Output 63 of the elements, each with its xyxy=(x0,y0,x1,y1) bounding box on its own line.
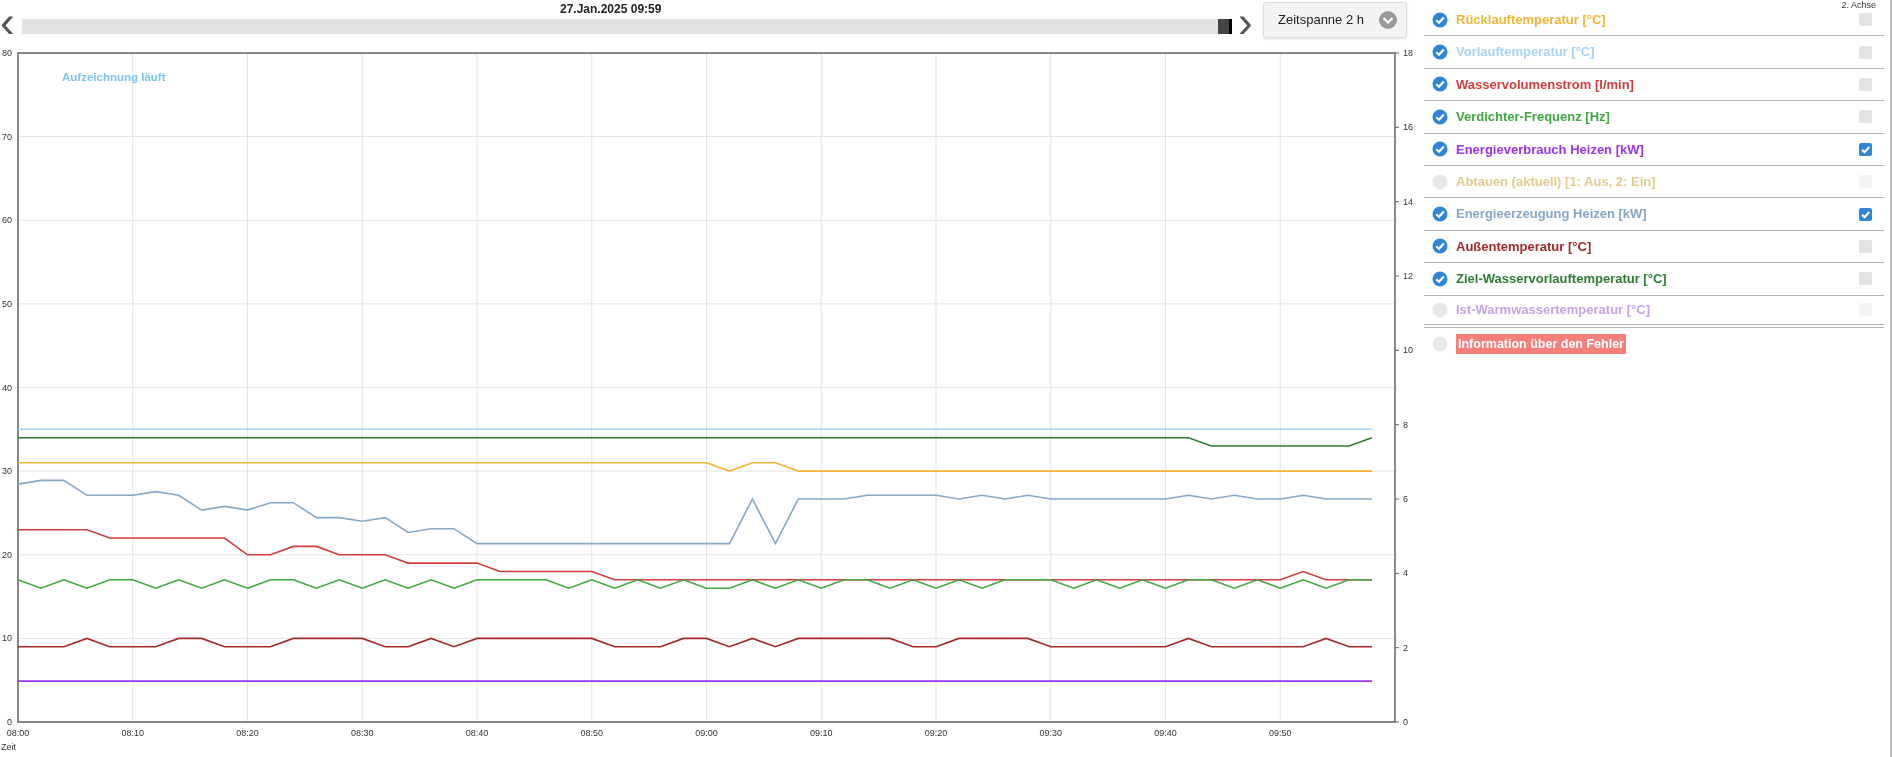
axis-tick-label: 08:10 xyxy=(121,728,144,738)
timeline-slider[interactable] xyxy=(22,19,1232,34)
checkbox[interactable] xyxy=(1859,142,1872,156)
axis-tick-label: 50 xyxy=(2,298,12,309)
axis-title: Zeit xyxy=(1,742,16,752)
series-label[interactable]: Außentemperatur [°C] xyxy=(1456,236,1851,257)
axis-tick-label: 10 xyxy=(2,633,12,644)
axis-tick-label: 0 xyxy=(1403,717,1408,727)
axis-tick-label: 2 xyxy=(1403,642,1408,653)
axis-tick-label: 08:20 xyxy=(236,728,259,738)
check-circle-icon[interactable] xyxy=(1432,141,1448,158)
axis-tick-label: 09:30 xyxy=(1039,728,1062,738)
axis-tick-label: 18 xyxy=(1403,48,1413,58)
column-header: 2. Achse xyxy=(1841,0,1876,10)
next-arrow[interactable]: › xyxy=(1238,4,1253,40)
axis-tick-label: 6 xyxy=(1403,494,1408,504)
axis-tick-label: 09:00 xyxy=(695,728,718,738)
check-circle-icon[interactable] xyxy=(1432,76,1448,93)
check-circle-icon[interactable] xyxy=(1432,108,1448,125)
axis-tick-label: 09:20 xyxy=(924,728,948,738)
checkbox[interactable] xyxy=(1859,77,1872,91)
axis-tick-label: 0 xyxy=(7,717,12,727)
check-circle-icon[interactable] xyxy=(1432,11,1448,28)
checkbox[interactable] xyxy=(1859,13,1872,27)
previous-arrow[interactable]: ‹ xyxy=(0,4,15,40)
checkbox[interactable] xyxy=(1859,207,1872,221)
checkbox[interactable] xyxy=(1859,45,1872,59)
check-circle-icon[interactable] xyxy=(1432,44,1448,61)
series-label[interactable]: Verdichter-Frequenz [Hz] xyxy=(1456,107,1851,127)
axis-tick-label: 08:00 xyxy=(6,728,30,738)
axis-tick-label: 12 xyxy=(1403,271,1413,281)
axis-tick-label: 10 xyxy=(1403,345,1413,356)
dropdown-icon xyxy=(1378,10,1398,30)
axis-tick-label: 40 xyxy=(2,382,12,393)
axis-tick-label: 09:10 xyxy=(810,728,833,738)
check-circle-icon[interactable] xyxy=(1432,206,1448,223)
axis-tick-label: 30 xyxy=(2,466,12,477)
series-label[interactable]: Energieverbrauch Heizen [kW] xyxy=(1456,139,1851,159)
checkbox[interactable] xyxy=(1859,110,1872,124)
axis-tick-label: 16 xyxy=(1403,122,1413,133)
checkbox[interactable] xyxy=(1859,239,1872,253)
axis-tick-label: 8 xyxy=(1403,419,1408,430)
status-text: Aufzeichnung läuft xyxy=(62,71,166,83)
axis-tick-label: 60 xyxy=(2,215,12,226)
axis-tick-label: 70 xyxy=(2,131,12,142)
axis-tick-label: 14 xyxy=(1403,196,1413,207)
axis-tick-label: 20 xyxy=(2,549,12,560)
checkbox[interactable] xyxy=(1859,272,1872,286)
axis-tick-label: 4 xyxy=(1403,568,1408,579)
axis-tick-label: 08:40 xyxy=(465,728,489,738)
series-label[interactable]: Energieerzeugung Heizen [kW] xyxy=(1456,204,1851,224)
axis-tick-label: 09:40 xyxy=(1154,728,1177,738)
time-span-dropdown[interactable]: Zeitspanne 2 h xyxy=(1263,2,1407,38)
axis-tick-label: 80 xyxy=(2,48,12,58)
error-label[interactable]: Information über den Fehler xyxy=(1456,333,1626,355)
axis-tick-label: 08:30 xyxy=(351,728,374,738)
axis-tick-label: 09:50 xyxy=(1269,728,1292,738)
series-label[interactable]: Wasservolumenstrom [l/min] xyxy=(1456,74,1851,95)
check-circle-icon[interactable] xyxy=(1432,270,1448,287)
series-label[interactable]: Ziel-Wasservorlauftemperatur [°C] xyxy=(1456,269,1851,289)
date-label: 27.Jan.2025 09:59 xyxy=(560,1,662,18)
check-circle-icon[interactable] xyxy=(1432,238,1448,255)
axis-tick-label: 08:50 xyxy=(580,728,603,738)
